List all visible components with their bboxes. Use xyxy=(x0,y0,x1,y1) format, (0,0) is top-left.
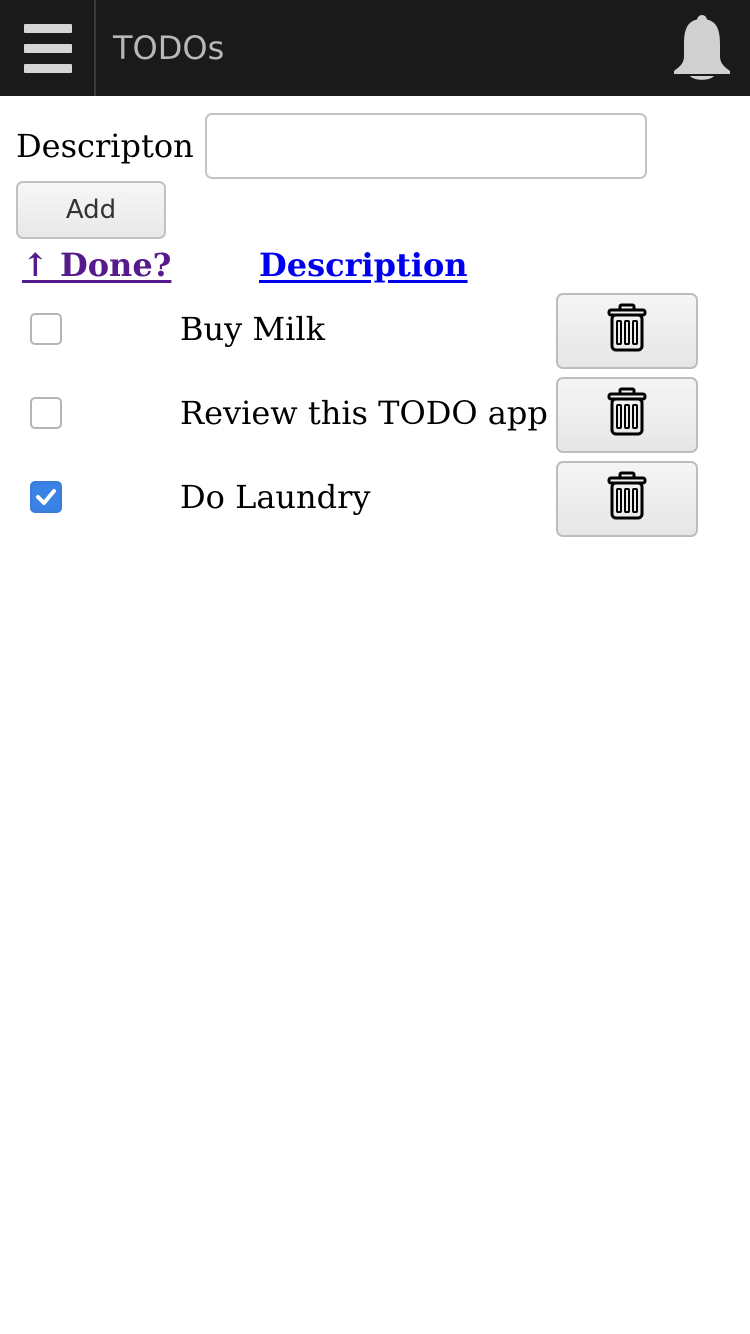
checkmark-icon xyxy=(36,489,56,505)
menu-button[interactable] xyxy=(0,0,96,96)
done-checkbox[interactable] xyxy=(30,397,62,429)
done-checkbox[interactable] xyxy=(30,313,62,345)
todo-row: Review this TODO app xyxy=(0,377,750,461)
description-label: Descripton xyxy=(16,127,194,165)
sort-by-description-header[interactable]: Description xyxy=(259,244,468,286)
trash-icon xyxy=(607,471,647,520)
todo-description: Do Laundry xyxy=(180,478,371,516)
delete-button[interactable] xyxy=(556,377,698,453)
todo-row: Buy Milk xyxy=(0,293,750,377)
todo-row: Do Laundry xyxy=(0,461,750,545)
delete-button[interactable] xyxy=(556,293,698,369)
app-bar: TODOs xyxy=(0,0,750,96)
sort-by-done-header[interactable]: ↑ Done? xyxy=(22,244,171,286)
delete-button[interactable] xyxy=(556,461,698,537)
trash-icon xyxy=(607,303,647,352)
app-title: TODOs xyxy=(113,29,225,67)
todo-description: Review this TODO app xyxy=(180,394,548,432)
notifications-button[interactable] xyxy=(670,14,734,82)
description-input[interactable] xyxy=(205,113,647,179)
done-checkbox[interactable] xyxy=(30,481,62,513)
todo-description: Buy Milk xyxy=(180,310,325,348)
trash-icon xyxy=(607,387,647,436)
bell-icon xyxy=(674,15,730,80)
add-button[interactable]: Add xyxy=(16,181,166,239)
